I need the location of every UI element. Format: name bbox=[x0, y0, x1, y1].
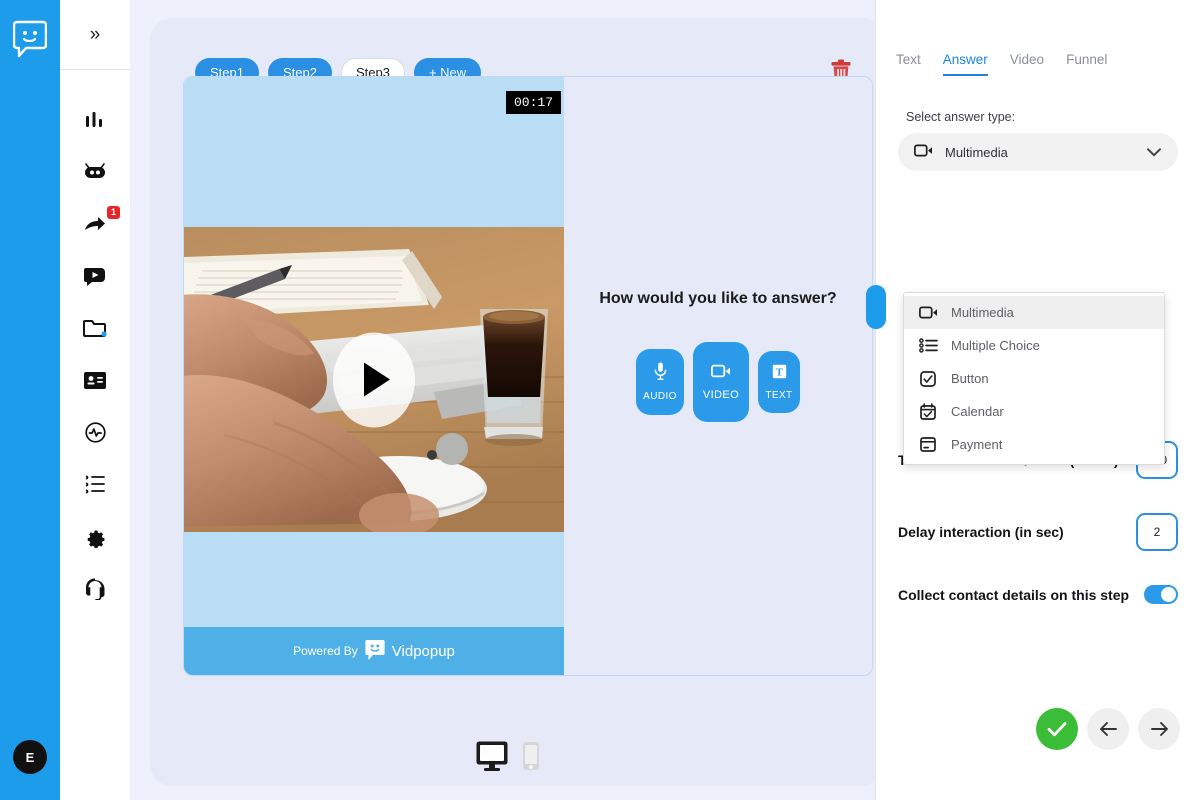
dropdown-option-label: Multiple Choice bbox=[951, 338, 1040, 353]
gear-icon bbox=[84, 525, 107, 548]
app-root: E » 1 Step1 Step2 Step3 + New 00:17 Powe… bbox=[0, 0, 1200, 800]
answer-type-selected-value: Multimedia bbox=[945, 144, 1008, 160]
video-camera-icon bbox=[914, 144, 933, 160]
video-thumbnail[interactable] bbox=[184, 227, 564, 532]
icon-rail: » 1 bbox=[60, 0, 130, 800]
sidebar-item-share[interactable]: 1 bbox=[60, 198, 130, 250]
chevron-down-icon bbox=[1147, 145, 1161, 160]
device-preview-toggle bbox=[475, 740, 540, 777]
dropdown-option-label: Payment bbox=[951, 437, 1003, 452]
previous-button[interactable] bbox=[1087, 708, 1129, 750]
dropdown-option-label: Multimedia bbox=[951, 305, 1014, 320]
panel-nav-buttons bbox=[1036, 708, 1180, 750]
collect-contact-toggle[interactable] bbox=[1144, 585, 1178, 604]
sidebar-item-library[interactable] bbox=[60, 302, 130, 354]
brand-rail: E bbox=[0, 0, 60, 800]
avatar[interactable]: E bbox=[13, 740, 47, 774]
video-chat-bubble-icon bbox=[83, 265, 108, 287]
activity-pulse-icon bbox=[84, 421, 107, 444]
sidebar-item-bot[interactable] bbox=[60, 146, 130, 198]
list-icon bbox=[84, 473, 106, 495]
tab-funnel[interactable]: Funnel bbox=[1066, 52, 1107, 76]
setting-delay-interaction: Delay interaction (in sec) 2 bbox=[898, 513, 1178, 551]
step-preview-card: 00:17 Powered By Vidpopup How would you … bbox=[183, 76, 873, 676]
dropdown-option-label: Button bbox=[951, 371, 989, 386]
desktop-monitor-icon[interactable] bbox=[475, 740, 509, 777]
answer-option-group: AUDIO VIDEO T TEXT bbox=[636, 342, 800, 422]
powered-by-footer: Powered By Vidpopup bbox=[184, 627, 564, 675]
powered-by-brand: Vidpopup bbox=[391, 642, 455, 660]
robot-bot-icon bbox=[82, 160, 108, 184]
avatar-initial: E bbox=[25, 749, 35, 765]
tab-video[interactable]: Video bbox=[1010, 52, 1044, 76]
dropdown-option-label: Calendar bbox=[951, 404, 1004, 419]
properties-panel: Text Answer Video Funnel Select answer t… bbox=[866, 0, 1200, 800]
bar-chart-icon bbox=[83, 108, 107, 132]
dropdown-option-button[interactable]: Button bbox=[904, 362, 1164, 395]
delay-interaction-input[interactable]: 2 bbox=[1136, 513, 1178, 551]
sidebar-item-settings[interactable] bbox=[60, 510, 130, 562]
setting-collect-contact: Collect contact details on this step bbox=[898, 585, 1178, 604]
answer-type-select[interactable]: Multimedia bbox=[898, 133, 1178, 171]
share-arrow-icon bbox=[83, 213, 107, 235]
contact-card-icon bbox=[83, 370, 107, 391]
step-workarea: Step1 Step2 Step3 + New 00:17 Powered By… bbox=[150, 18, 885, 786]
smiley-speech-bubble-logo[interactable] bbox=[12, 20, 48, 58]
rail-item-list: 1 bbox=[60, 70, 130, 614]
sidebar-item-contacts[interactable] bbox=[60, 354, 130, 406]
preview-media-side: 00:17 Powered By Vidpopup bbox=[184, 77, 564, 675]
status-badge: 1 bbox=[106, 206, 120, 219]
headset-icon bbox=[84, 577, 106, 600]
answer-type-dropdown: Multimedia Multiple Choice Button Calend… bbox=[903, 292, 1165, 465]
payment-card-icon bbox=[918, 437, 938, 452]
tab-text[interactable]: Text bbox=[896, 52, 921, 76]
folder-icon bbox=[83, 317, 107, 339]
microphone-icon bbox=[654, 362, 667, 380]
save-button[interactable] bbox=[1036, 708, 1078, 750]
dropdown-option-multimedia[interactable]: Multimedia bbox=[904, 296, 1164, 329]
sidebar-item-activity[interactable] bbox=[60, 406, 130, 458]
dropdown-option-calendar[interactable]: Calendar bbox=[904, 395, 1164, 428]
checkbox-icon bbox=[918, 370, 938, 387]
vidpopup-logo-icon bbox=[365, 639, 385, 664]
sidebar-item-support[interactable] bbox=[60, 562, 130, 614]
sidebar-item-campaigns[interactable] bbox=[60, 250, 130, 302]
rail-expand-button[interactable]: » bbox=[60, 0, 130, 70]
chevron-double-right-icon: » bbox=[89, 23, 101, 45]
sidebar-item-analytics[interactable] bbox=[60, 94, 130, 146]
setting-label: Delay interaction (in sec) bbox=[898, 524, 1064, 540]
text-t-icon: T bbox=[772, 364, 787, 379]
video-camera-icon bbox=[918, 306, 938, 319]
panel-tab-bar: Text Answer Video Funnel bbox=[876, 0, 1200, 76]
answer-type-label: Select answer type: bbox=[906, 110, 1016, 124]
answer-prompt: How would you like to answer? bbox=[599, 290, 837, 307]
answer-option-audio[interactable]: AUDIO bbox=[636, 349, 684, 415]
dropdown-option-multiple-choice[interactable]: Multiple Choice bbox=[904, 329, 1164, 362]
video-camera-icon bbox=[711, 364, 731, 378]
sidebar-item-forms[interactable] bbox=[60, 458, 130, 510]
panel-body: Select answer type: Multimedia Multimedi… bbox=[876, 110, 1200, 604]
video-timer-badge: 00:17 bbox=[505, 91, 561, 114]
calendar-check-icon bbox=[918, 403, 938, 420]
next-button[interactable] bbox=[1138, 708, 1180, 750]
answer-option-label: TEXT bbox=[765, 389, 793, 401]
svg-text:T: T bbox=[775, 366, 783, 378]
answer-option-label: VIDEO bbox=[702, 388, 740, 401]
preview-answer-side: How would you like to answer? AUDIO VIDE… bbox=[564, 77, 872, 675]
answer-option-label: AUDIO bbox=[643, 391, 677, 402]
powered-by-label: Powered By bbox=[293, 644, 358, 658]
play-triangle-icon[interactable] bbox=[333, 332, 415, 427]
dropdown-option-payment[interactable]: Payment bbox=[904, 428, 1164, 461]
mobile-phone-icon[interactable] bbox=[522, 741, 540, 776]
setting-label: Collect contact details on this step bbox=[898, 586, 1130, 603]
answer-option-text[interactable]: T TEXT bbox=[758, 351, 800, 413]
tab-answer[interactable]: Answer bbox=[942, 52, 988, 76]
answer-option-video[interactable]: VIDEO bbox=[693, 342, 749, 422]
bullet-list-icon bbox=[918, 338, 938, 353]
